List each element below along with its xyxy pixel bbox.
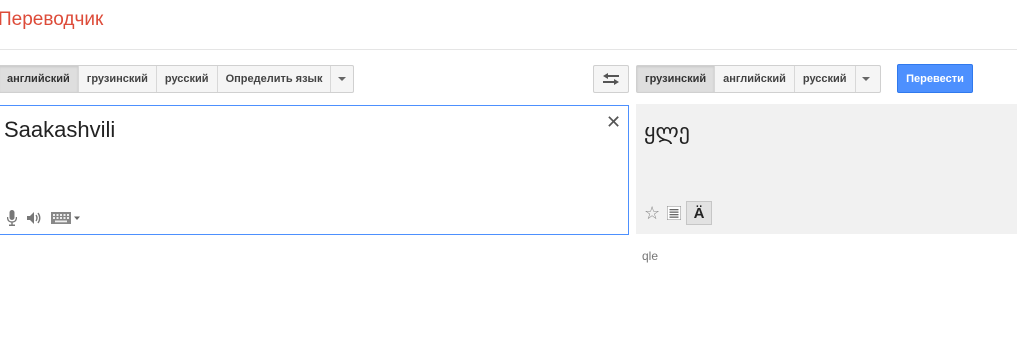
- chevron-down-icon: [862, 77, 871, 81]
- clear-text-button[interactable]: ✕: [606, 113, 621, 131]
- source-lang-dropdown[interactable]: [331, 66, 352, 92]
- source-lang-detect[interactable]: Определить язык: [218, 66, 332, 92]
- microphone-icon[interactable]: [7, 210, 17, 226]
- target-lang-english[interactable]: английский: [715, 66, 795, 92]
- source-text[interactable]: Saakashvili: [4, 117, 115, 143]
- star-icon[interactable]: ☆: [644, 204, 662, 222]
- chevron-down-icon: [337, 77, 346, 81]
- translation-output: ყლე ☆ Ä: [636, 104, 1017, 234]
- keyboard-icon[interactable]: [51, 212, 81, 224]
- target-lang-georgian[interactable]: грузинский: [637, 66, 716, 92]
- header-divider: [0, 49, 1017, 50]
- target-lang-russian[interactable]: русский: [795, 66, 856, 92]
- swap-languages-button[interactable]: [593, 65, 629, 93]
- source-lang-russian[interactable]: русский: [157, 66, 218, 92]
- speaker-icon[interactable]: [26, 211, 42, 225]
- translation-tools: ☆ Ä: [644, 201, 712, 225]
- source-lang-english[interactable]: английский: [0, 66, 79, 92]
- list-icon[interactable]: [667, 206, 681, 220]
- swap-languages-icon: [603, 73, 619, 85]
- phonetic-button[interactable]: Ä: [686, 201, 712, 225]
- translation-text: ყლე: [644, 120, 690, 145]
- source-language-bar: английский грузинский русский Определить…: [0, 65, 354, 93]
- source-lang-georgian[interactable]: грузинский: [79, 66, 157, 92]
- source-tools: [7, 210, 81, 226]
- target-lang-dropdown[interactable]: [856, 66, 877, 92]
- target-language-bar: грузинский английский русский: [636, 65, 881, 93]
- source-text-area[interactable]: Saakashvili ✕: [0, 105, 629, 235]
- translate-button[interactable]: Перевести: [897, 64, 973, 93]
- app-title: Переводчик: [0, 9, 104, 30]
- transliteration-text: qle: [642, 249, 659, 263]
